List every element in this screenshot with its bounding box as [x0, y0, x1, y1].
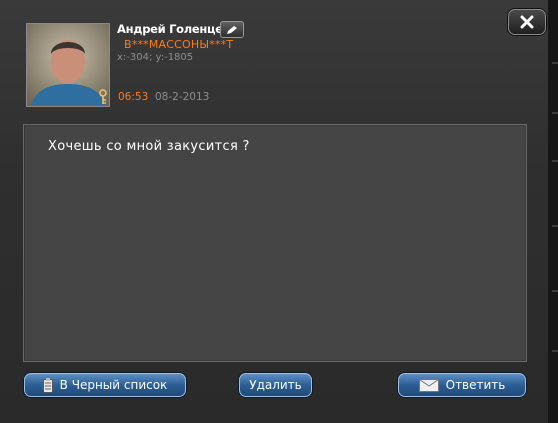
blacklist-button-label: В Черный список [59, 378, 168, 392]
close-button[interactable] [508, 9, 546, 35]
message-time: 06:53 [118, 91, 149, 103]
edge-divider [552, 62, 558, 64]
reply-button[interactable]: Ответить [398, 373, 526, 397]
edge-divider [552, 112, 558, 114]
blacklist-button[interactable]: В Черный список [24, 373, 186, 397]
sender-name[interactable]: Андрей Голенцев [117, 22, 230, 36]
edge-divider [552, 160, 558, 162]
right-edge-panel [548, 0, 558, 423]
message-dialog: Андрей Голенцев В***МАССОНЫ***Т x:-304; … [0, 0, 549, 423]
guild-name[interactable]: В***МАССОНЫ***Т [124, 38, 233, 51]
edge-divider [552, 350, 558, 352]
delete-button-label: Удалить [249, 378, 302, 392]
message-body: Хочешь со мной закусится ? [23, 124, 527, 362]
edge-divider [552, 290, 558, 292]
envelope-icon [418, 378, 439, 392]
edge-divider [552, 225, 558, 227]
notepad-icon [42, 377, 53, 393]
reply-button-label: Ответить [445, 378, 506, 392]
sender-coordinates: x:-304; y:-1805 [117, 52, 194, 63]
close-icon [520, 15, 534, 29]
edit-button[interactable] [220, 21, 244, 38]
delete-button[interactable]: Удалить [239, 373, 312, 397]
message-date: 08-2-2013 [155, 91, 210, 103]
sword-key-icon [99, 89, 107, 104]
message-text: Хочешь со мной закусится ? [48, 139, 250, 154]
pencil-icon [227, 25, 237, 34]
